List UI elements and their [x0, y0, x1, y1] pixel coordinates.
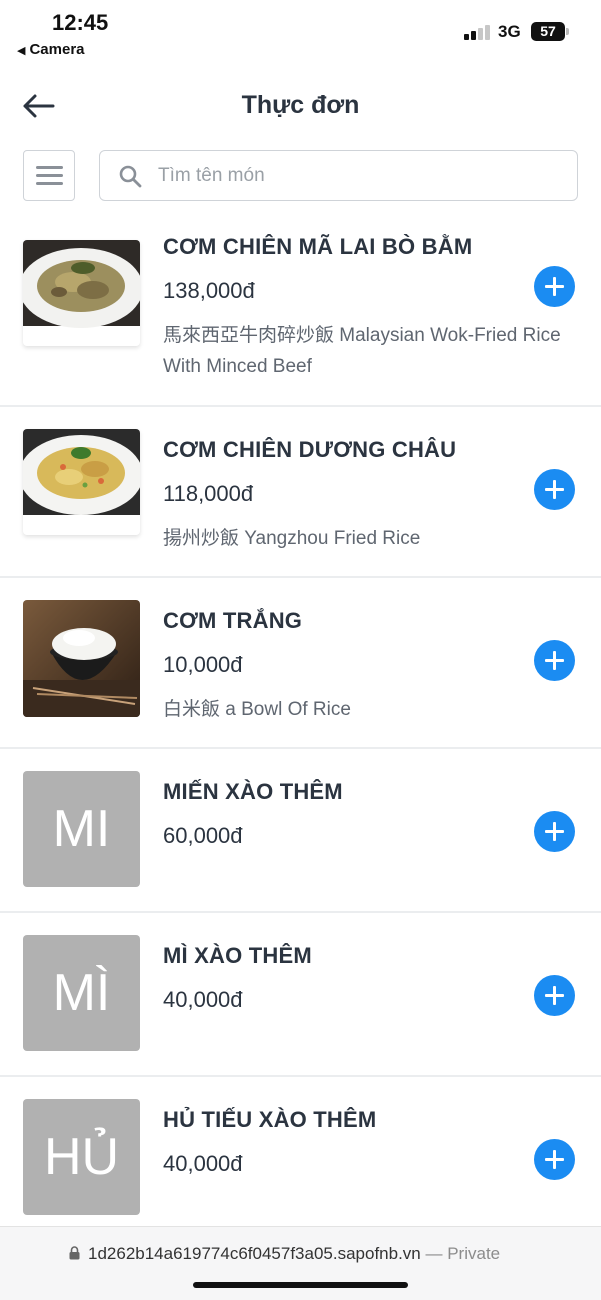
lock-icon [69, 1246, 80, 1260]
search-icon [119, 165, 142, 188]
dish-description: 白米飯 a Bowl Of Rice [163, 699, 351, 720]
yangzhou-fried-rice-image [23, 429, 140, 515]
dish-placeholder-thumbnail: HỦ [23, 1099, 140, 1215]
dish-name: MIẾN XÀO THÊM [163, 779, 343, 804]
dish-price: 60,000đ [163, 823, 243, 848]
dish-description: 揚州炒飯 Yangzhou Fried Rice [163, 528, 421, 549]
dish-placeholder-thumbnail: MÌ [23, 935, 140, 1051]
add-to-cart-button[interactable] [534, 975, 575, 1016]
dish-photo [23, 600, 140, 717]
menu-item[interactable]: MI MIẾN XÀO THÊM 60,000đ [0, 749, 601, 913]
dish-price: 138,000đ [163, 278, 255, 303]
url-text: 1d262b14a619774c6f0457f3a05.sapofnb.vn —… [88, 1244, 500, 1264]
menu-item[interactable]: CƠM CHIÊN MÃ LAI BÒ BẰM 138,000đ 馬來西亞牛肉碎… [0, 220, 601, 407]
dish-placeholder-thumbnail: MI [23, 771, 140, 887]
menu-item[interactable]: HỦ HỦ TIẾU XÀO THÊM 40,000đ [0, 1077, 601, 1241]
dish-name: HỦ TIẾU XÀO THÊM [163, 1107, 377, 1132]
add-to-cart-button[interactable] [534, 640, 575, 681]
back-triangle-icon: ◀ [17, 45, 26, 57]
dish-name: CƠM CHIÊN DƯƠNG CHÂU [163, 437, 457, 462]
back-to-app-link[interactable]: ◀ Camera [17, 41, 85, 58]
dish-name: CƠM TRẮNG [163, 608, 303, 633]
add-to-cart-button[interactable] [534, 469, 575, 510]
home-indicator[interactable] [193, 1282, 408, 1288]
dish-description: 馬來西亞牛肉碎炒飯 Malaysian Wok-Fried Rice With … [163, 325, 561, 377]
status-time: 12:45 [52, 10, 109, 35]
dish-photo [23, 429, 140, 535]
browser-url-bar[interactable]: 1d262b14a619774c6f0457f3a05.sapofnb.vn —… [0, 1226, 601, 1300]
dish-photo [23, 240, 140, 346]
private-label: — Private [425, 1244, 501, 1263]
menu-item[interactable]: MÌ MÌ XÀO THÊM 40,000đ [0, 913, 601, 1077]
dish-price: 118,000đ [163, 481, 254, 506]
category-menu-button[interactable] [23, 150, 75, 201]
search-input[interactable] [158, 159, 558, 193]
search-box[interactable] [99, 150, 578, 201]
dish-price: 40,000đ [163, 987, 243, 1012]
page-title: Thực đơn [241, 91, 360, 119]
network-type: 3G [498, 22, 521, 41]
battery-icon: 57 [531, 22, 569, 41]
dish-name: MÌ XÀO THÊM [163, 943, 312, 968]
add-to-cart-button[interactable] [534, 811, 575, 852]
add-to-cart-button[interactable] [534, 266, 575, 307]
add-to-cart-button[interactable] [534, 1139, 575, 1180]
fried-rice-beef-image [23, 240, 140, 328]
dish-name: CƠM CHIÊN MÃ LAI BÒ BẰM [163, 234, 473, 259]
dish-price: 40,000đ [163, 1151, 243, 1176]
bowl-of-rice-image [23, 600, 140, 717]
url-domain: 1d262b14a619774c6f0457f3a05.sapofnb.vn [88, 1244, 421, 1263]
menu-list: CƠM CHIÊN MÃ LAI BÒ BẰM 138,000đ 馬來西亞牛肉碎… [0, 220, 601, 1241]
signal-icon [464, 24, 492, 40]
menu-item[interactable]: CƠM CHIÊN DƯƠNG CHÂU 118,000đ 揚州炒飯 Yangz… [0, 407, 601, 578]
back-app-label: Camera [29, 41, 85, 58]
dish-price: 10,000đ [163, 652, 243, 677]
status-bar: 12:45 ◀ Camera 3G 57 [0, 0, 601, 70]
menu-item[interactable]: CƠM TRẮNG 10,000đ 白米飯 a Bowl Of Rice [0, 578, 601, 749]
